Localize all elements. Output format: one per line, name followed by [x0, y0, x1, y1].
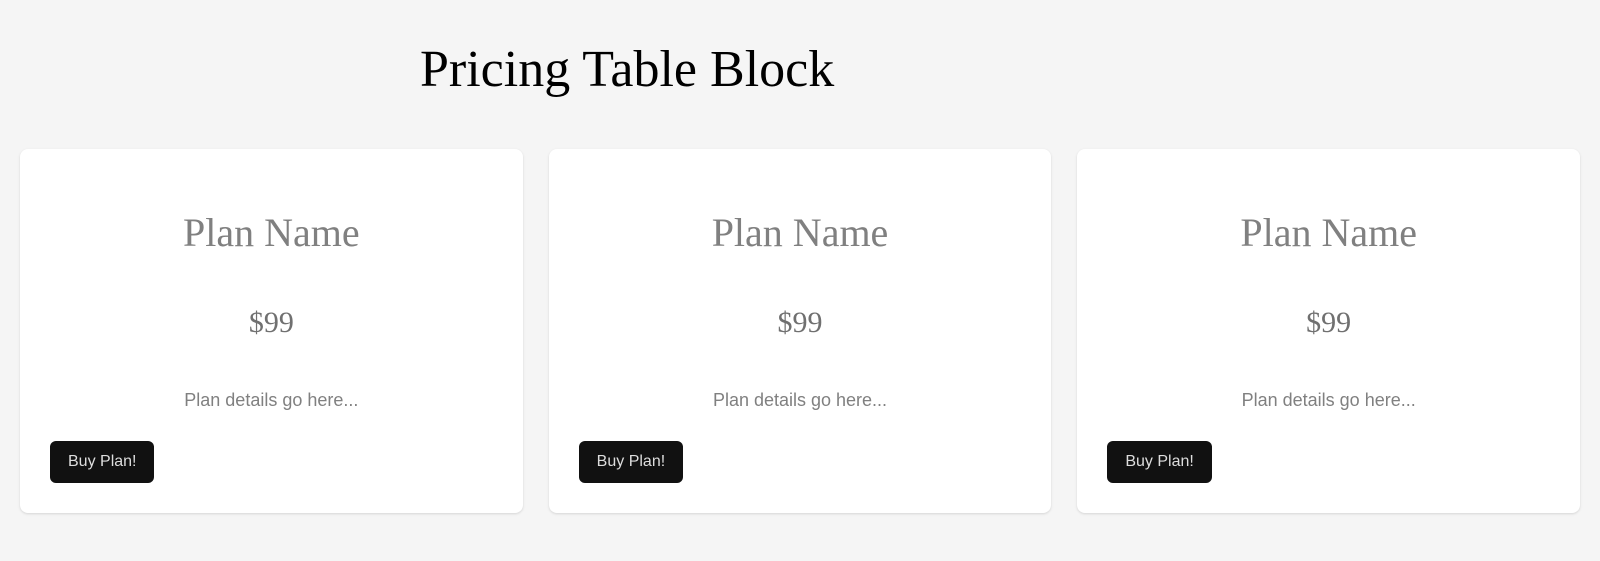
pricing-card: Plan Name $99 Plan details go here... Bu…	[549, 149, 1052, 513]
plan-price: $99	[50, 306, 493, 340]
plan-name: Plan Name	[50, 209, 493, 256]
plan-price: $99	[1107, 306, 1550, 340]
pricing-card: Plan Name $99 Plan details go here... Bu…	[1077, 149, 1580, 513]
plan-details: Plan details go here...	[579, 390, 1022, 411]
plan-name: Plan Name	[1107, 209, 1550, 256]
pricing-row: Plan Name $99 Plan details go here... Bu…	[20, 149, 1580, 513]
buy-plan-button[interactable]: Buy Plan!	[579, 441, 683, 483]
pricing-card: Plan Name $99 Plan details go here... Bu…	[20, 149, 523, 513]
plan-price: $99	[579, 306, 1022, 340]
plan-details: Plan details go here...	[50, 390, 493, 411]
section-heading: Pricing Table Block	[420, 40, 1580, 99]
buy-plan-button[interactable]: Buy Plan!	[50, 441, 154, 483]
buy-plan-button[interactable]: Buy Plan!	[1107, 441, 1211, 483]
plan-name: Plan Name	[579, 209, 1022, 256]
plan-details: Plan details go here...	[1107, 390, 1550, 411]
